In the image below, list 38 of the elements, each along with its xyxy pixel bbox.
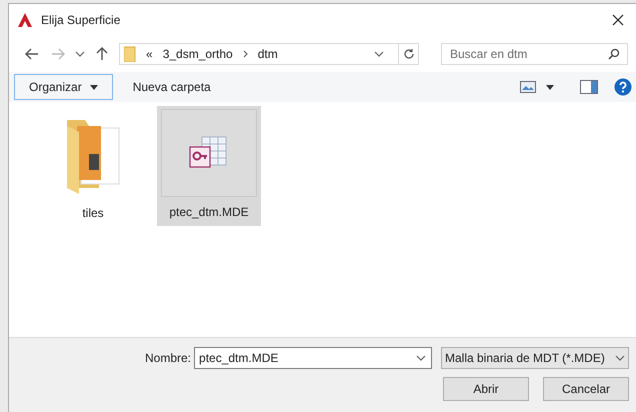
chevron-icon (374, 51, 384, 57)
up-arrow-icon (96, 47, 108, 61)
file-item[interactable]: tiles (41, 106, 145, 226)
chevron-icon (75, 51, 85, 57)
caret-icon (90, 84, 98, 90)
left-arrow-icon (25, 48, 39, 60)
new-folder-button[interactable]: Nueva carpeta (128, 74, 215, 100)
open-button[interactable]: Abrir (443, 377, 529, 401)
name-label: Nombre: (145, 350, 192, 367)
file-name: ptec_dtm.MDE (169, 204, 249, 221)
breadcrumb: « (146, 46, 153, 63)
right-arrow-icon (51, 48, 65, 60)
name-field[interactable]: ptec_dtm.MDE (194, 347, 432, 369)
chevron-icon (416, 355, 426, 361)
chevron-icon (615, 355, 625, 361)
app-logo-icon (17, 12, 33, 28)
search-field[interactable]: Buscar en dtm (441, 43, 628, 65)
close-icon (612, 14, 624, 26)
picture-view-icon (520, 81, 536, 93)
help-icon (614, 78, 632, 96)
file-type-dropdown[interactable]: Malla binaria de MDT (*.MDE) (441, 347, 629, 369)
caret-icon (546, 84, 554, 90)
pane-icon (580, 80, 598, 94)
chevron-right-icon (242, 50, 248, 58)
preview-pane-button[interactable] (580, 80, 598, 94)
address-bar[interactable]: « 3_dsm_ortho dtm (119, 43, 419, 65)
window-title: Elija Superficie (41, 12, 120, 29)
cancel-button[interactable]: Cancelar (543, 377, 629, 401)
organize-button[interactable]: Organizar (14, 74, 113, 100)
breadcrumb[interactable]: 3_dsm_ortho (162, 45, 233, 63)
folder-icon (124, 46, 136, 62)
file-name: tiles (82, 205, 104, 222)
search-icon (608, 48, 620, 60)
file-item[interactable]: ptec_dtm.MDE (157, 106, 261, 226)
breadcrumb[interactable]: dtm (258, 45, 278, 63)
help-button[interactable] (614, 78, 632, 96)
view-options-button[interactable] (520, 81, 554, 93)
refresh-icon (402, 48, 414, 60)
